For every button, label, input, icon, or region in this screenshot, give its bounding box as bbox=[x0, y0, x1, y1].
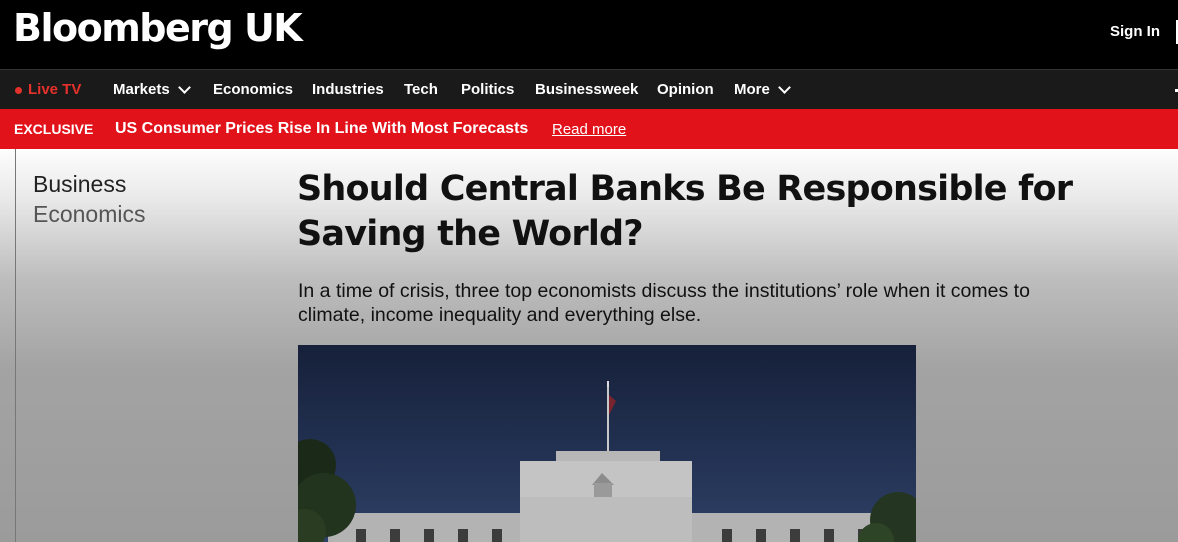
nav-live-tv[interactable]: Live TV bbox=[15, 82, 81, 98]
sign-in-link[interactable]: Sign In bbox=[1110, 23, 1160, 40]
read-more-link[interactable]: Read more bbox=[552, 121, 626, 138]
federal-reserve-building-illustration bbox=[298, 345, 916, 542]
nav-industries-label: Industries bbox=[312, 81, 384, 98]
nav-opinion[interactable]: Opinion bbox=[657, 82, 714, 98]
chevron-down-icon bbox=[777, 81, 791, 94]
left-divider bbox=[15, 149, 16, 542]
breaking-news-banner: EXCLUSIVE US Consumer Prices Rise In Lin… bbox=[0, 109, 1178, 149]
article-title: Should Central Banks Be Responsible for … bbox=[297, 169, 1073, 254]
exclusive-tag: EXCLUSIVE bbox=[14, 121, 94, 137]
site-logo[interactable]: Bloomberg UK bbox=[13, 4, 303, 52]
article-area: Business Economics Should Central Banks … bbox=[0, 149, 1178, 542]
article-hero-image bbox=[298, 345, 916, 542]
nav-economics-label: Economics bbox=[213, 81, 294, 98]
nav-politics[interactable]: Politics bbox=[461, 82, 514, 98]
nav-tech-label: Tech bbox=[404, 81, 438, 98]
nav-businessweek[interactable]: Businessweek bbox=[535, 82, 638, 98]
nav-markets-label: Markets bbox=[113, 81, 170, 98]
main-nav: Live TV Markets Economics Industries Tec… bbox=[0, 69, 1178, 109]
nav-more[interactable]: More bbox=[734, 81, 791, 98]
nav-politics-label: Politics bbox=[461, 81, 515, 98]
chevron-down-icon bbox=[177, 81, 191, 94]
live-dot-icon bbox=[15, 86, 22, 94]
banner-headline[interactable]: US Consumer Prices Rise In Line With Mos… bbox=[115, 120, 528, 138]
top-header: Bloomberg UK Sign In bbox=[0, 0, 1178, 69]
nav-economics[interactable]: Economics bbox=[213, 82, 293, 98]
article-subtitle: In a time of crisis, three top economist… bbox=[298, 280, 1030, 326]
article-subcategory[interactable]: Economics bbox=[33, 201, 145, 228]
nav-more-label: More bbox=[734, 81, 770, 98]
nav-live-tv-label: Live TV bbox=[28, 81, 82, 98]
nav-industries[interactable]: Industries bbox=[312, 82, 384, 98]
article-category[interactable]: Business bbox=[33, 171, 126, 198]
nav-tech[interactable]: Tech bbox=[404, 82, 438, 98]
nav-businessweek-label: Businessweek bbox=[535, 81, 639, 98]
nav-markets[interactable]: Markets bbox=[113, 81, 191, 98]
nav-opinion-label: Opinion bbox=[657, 81, 714, 98]
